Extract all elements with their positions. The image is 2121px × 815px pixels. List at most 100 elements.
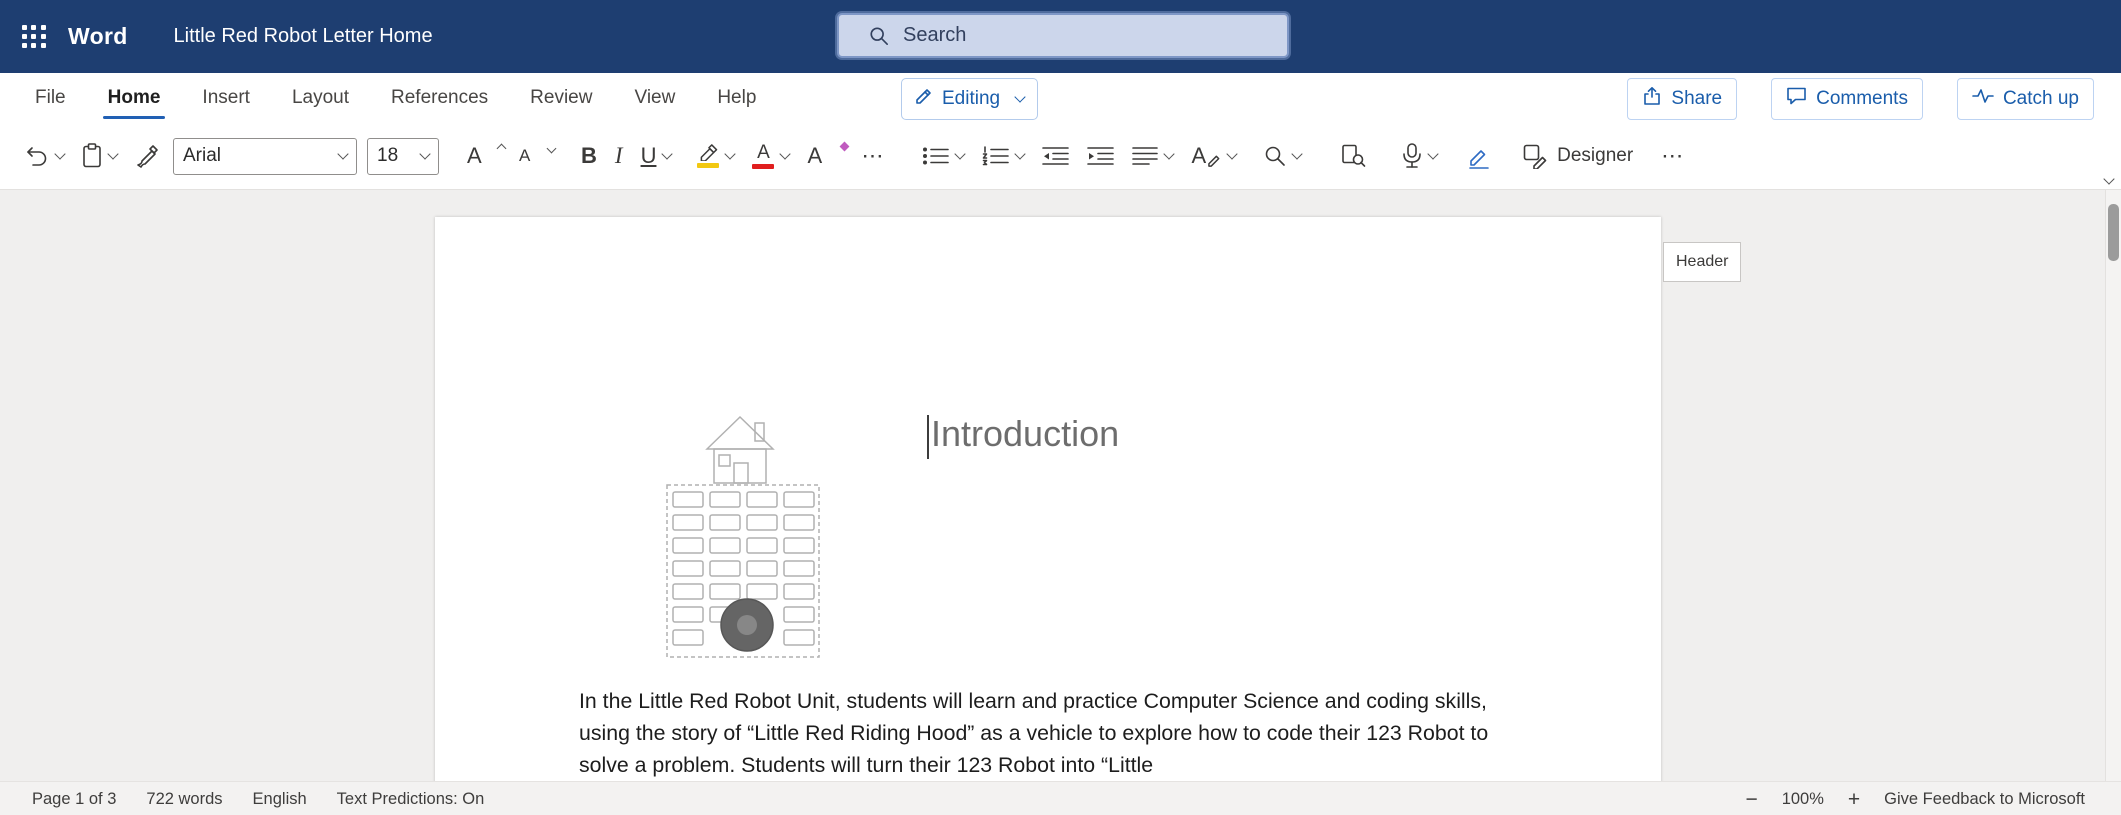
microphone-icon	[1402, 143, 1422, 169]
ellipsis-icon: ⋯	[1661, 143, 1684, 169]
status-bar: Page 1 of 3 722 words English Text Predi…	[0, 781, 2121, 815]
highlighter-icon	[697, 144, 719, 168]
designer-icon	[1523, 144, 1548, 169]
zoom-out-button[interactable]: −	[1745, 789, 1757, 810]
tab-review[interactable]: Review	[509, 73, 613, 123]
editing-mode-label: Editing	[942, 88, 1000, 110]
topbar: Word Little Red Robot Letter Home Search	[0, 0, 2121, 73]
chevron-down-icon	[780, 148, 791, 159]
font-color-button[interactable]: A	[743, 133, 798, 179]
catch-up-button[interactable]: Catch up	[1957, 78, 2094, 120]
paste-button[interactable]	[73, 133, 126, 179]
chevron-down-icon	[662, 148, 673, 159]
share-icon	[1642, 86, 1662, 112]
shrink-font-icon: A	[519, 145, 530, 167]
bold-button[interactable]: B	[572, 133, 606, 179]
header-tab[interactable]: Header	[1663, 242, 1741, 282]
word-online-app: Word Little Red Robot Letter Home Search…	[0, 0, 2121, 815]
styles-icon: A	[1191, 145, 1206, 167]
grow-font-icon: A	[467, 145, 482, 167]
dictate-button[interactable]	[1393, 133, 1446, 179]
share-button[interactable]: Share	[1627, 78, 1737, 120]
app-launcher-icon[interactable]	[20, 23, 48, 51]
editor-button[interactable]	[1458, 133, 1500, 179]
chevron-down-icon	[1015, 148, 1026, 159]
zoom-in-button[interactable]: +	[1848, 789, 1860, 810]
tab-insert[interactable]: Insert	[181, 73, 271, 123]
robot-house-sketch-image[interactable]	[659, 407, 839, 667]
search-icon	[869, 26, 889, 46]
find-button[interactable]	[1255, 133, 1310, 179]
font-color-icon: A	[752, 143, 774, 169]
tab-references[interactable]: References	[370, 73, 509, 123]
scrollbar-thumb[interactable]	[2108, 204, 2119, 261]
font-name-select[interactable]: Arial	[173, 138, 357, 175]
increase-indent-button[interactable]	[1078, 133, 1123, 179]
clear-formatting-button[interactable]: A	[798, 133, 852, 179]
grow-font-button[interactable]: A	[458, 133, 510, 179]
shrink-font-button[interactable]: A	[510, 133, 560, 179]
ellipsis-icon: ⋯	[861, 143, 884, 169]
document-title[interactable]: Little Red Robot Letter Home	[174, 25, 433, 48]
document-search-button[interactable]	[1332, 133, 1375, 179]
italic-icon: I	[615, 145, 623, 167]
document-canvas: Introduction In the Little Red Robot Uni…	[0, 190, 2121, 781]
clear-formatting-icon: A	[807, 145, 822, 167]
app-name[interactable]: Word	[68, 23, 128, 50]
document-heading[interactable]: Introduction	[927, 413, 1119, 459]
document-search-icon	[1341, 144, 1366, 168]
tab-help[interactable]: Help	[696, 73, 777, 123]
chevron-down-icon	[419, 148, 430, 159]
status-bar-left: Page 1 of 3 722 words English Text Predi…	[32, 790, 484, 809]
chevron-down-icon	[337, 148, 348, 159]
status-bar-right: − 100% + Give Feedback to Microsoft	[1745, 789, 2085, 810]
bold-icon: B	[581, 145, 597, 167]
chevron-down-icon	[54, 148, 65, 159]
tab-home[interactable]: Home	[87, 73, 182, 123]
ribbon-tabs: File Home Insert Layout References Revie…	[14, 73, 777, 123]
page-count-status[interactable]: Page 1 of 3	[32, 790, 116, 809]
sparkle-icon	[840, 142, 850, 152]
word-count-status[interactable]: 722 words	[146, 790, 222, 809]
collapse-ribbon-chevron-icon[interactable]	[2103, 173, 2114, 184]
numbering-button[interactable]	[973, 133, 1033, 179]
text-cursor	[927, 415, 929, 459]
vertical-scrollbar[interactable]	[2105, 190, 2121, 781]
decrease-indent-button[interactable]	[1033, 133, 1078, 179]
feedback-link[interactable]: Give Feedback to Microsoft	[1884, 790, 2085, 809]
language-status[interactable]: English	[253, 790, 307, 809]
numbered-list-icon	[982, 146, 1009, 166]
search-placeholder: Search	[903, 24, 966, 47]
chevron-down-icon	[1291, 148, 1302, 159]
comments-label: Comments	[1816, 88, 1908, 110]
search-box[interactable]: Search	[837, 13, 1289, 58]
chevron-down-icon	[1014, 91, 1025, 102]
document-page[interactable]: Introduction In the Little Red Robot Uni…	[435, 217, 1661, 781]
tab-layout[interactable]: Layout	[271, 73, 370, 123]
more-toolbar-options-button[interactable]: ⋯	[1652, 133, 1693, 179]
tab-file[interactable]: File	[14, 73, 87, 123]
styles-button[interactable]: A	[1182, 133, 1245, 179]
designer-button[interactable]: Designer	[1514, 133, 1642, 179]
document-paragraph[interactable]: In the Little Red Robot Unit, students w…	[579, 685, 1501, 781]
undo-button[interactable]	[14, 133, 73, 179]
format-painter-button[interactable]	[126, 133, 168, 179]
comments-button[interactable]: Comments	[1771, 78, 1923, 120]
undo-icon	[23, 145, 49, 167]
text-predictions-status[interactable]: Text Predictions: On	[337, 790, 485, 809]
font-size-select[interactable]: 18	[367, 138, 439, 175]
editing-mode-dropdown[interactable]: Editing	[901, 78, 1038, 120]
zoom-level[interactable]: 100%	[1782, 790, 1824, 809]
italic-button[interactable]: I	[606, 133, 632, 179]
text-highlight-button[interactable]	[688, 133, 743, 179]
alignment-button[interactable]	[1123, 133, 1182, 179]
bulleted-list-icon	[922, 146, 949, 166]
heading-text[interactable]: Introduction	[931, 413, 1119, 455]
more-font-options-button[interactable]: ⋯	[852, 133, 893, 179]
underline-icon: U	[641, 145, 657, 167]
tab-view[interactable]: View	[613, 73, 696, 123]
share-label: Share	[1671, 88, 1722, 110]
bullets-button[interactable]	[913, 133, 973, 179]
ribbon-right-buttons: Share Comments Catch up	[1627, 78, 2094, 120]
underline-button[interactable]: U	[632, 133, 681, 179]
